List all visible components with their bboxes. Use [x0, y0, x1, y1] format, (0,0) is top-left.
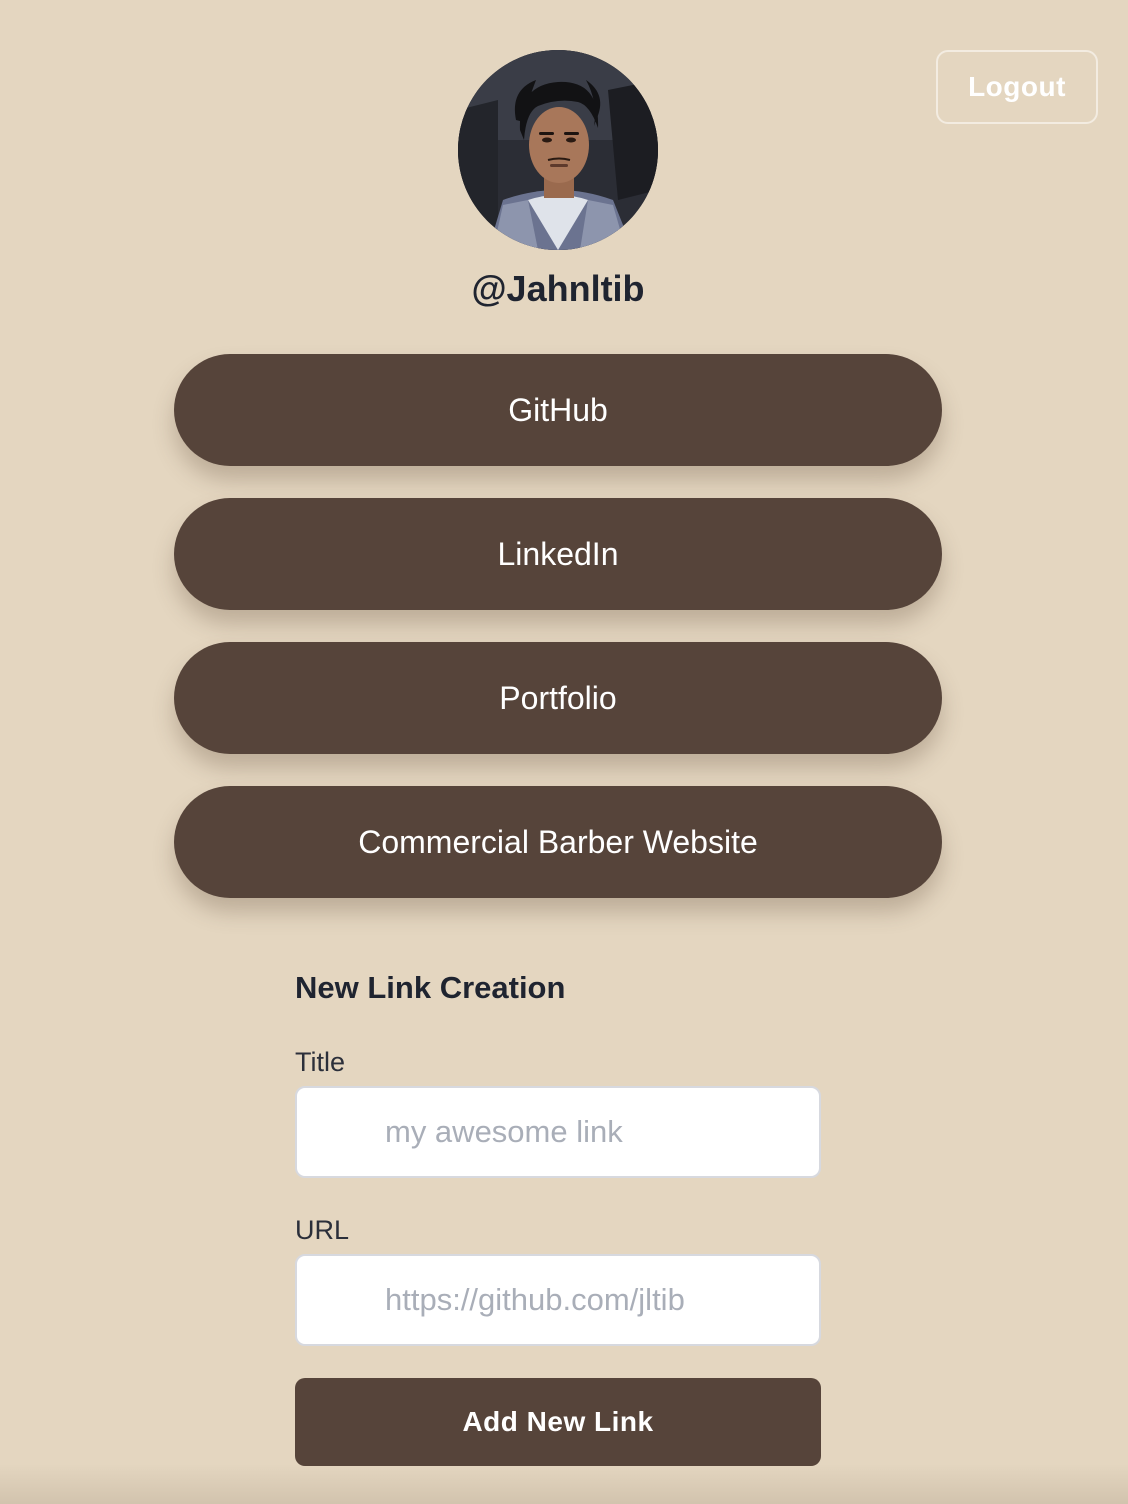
url-input[interactable]: [295, 1254, 821, 1346]
link-button-github[interactable]: GitHub: [174, 354, 942, 466]
avatar: [458, 50, 658, 250]
form-heading: New Link Creation: [295, 970, 566, 1005]
link-page: Logout @Jahnltib GitHub LinkedIn Portfol…: [0, 0, 1128, 1504]
link-button-portfolio[interactable]: Portfolio: [174, 642, 942, 754]
bottom-fade: [0, 1464, 1128, 1504]
url-label: URL: [295, 1215, 350, 1245]
link-button-linkedin[interactable]: LinkedIn: [174, 498, 942, 610]
new-link-form: New Link Creation Title URL Add New Link: [295, 960, 821, 1466]
username: @Jahnltib: [471, 268, 645, 309]
profile-photo-icon: [458, 50, 658, 250]
title-label: Title: [295, 1047, 346, 1077]
link-list: GitHub LinkedIn Portfolio Commercial Bar…: [174, 354, 942, 930]
link-button-commercial-barber-website[interactable]: Commercial Barber Website: [174, 786, 942, 898]
title-input[interactable]: [295, 1086, 821, 1178]
logout-button[interactable]: Logout: [936, 50, 1098, 124]
add-new-link-button[interactable]: Add New Link: [295, 1378, 821, 1466]
